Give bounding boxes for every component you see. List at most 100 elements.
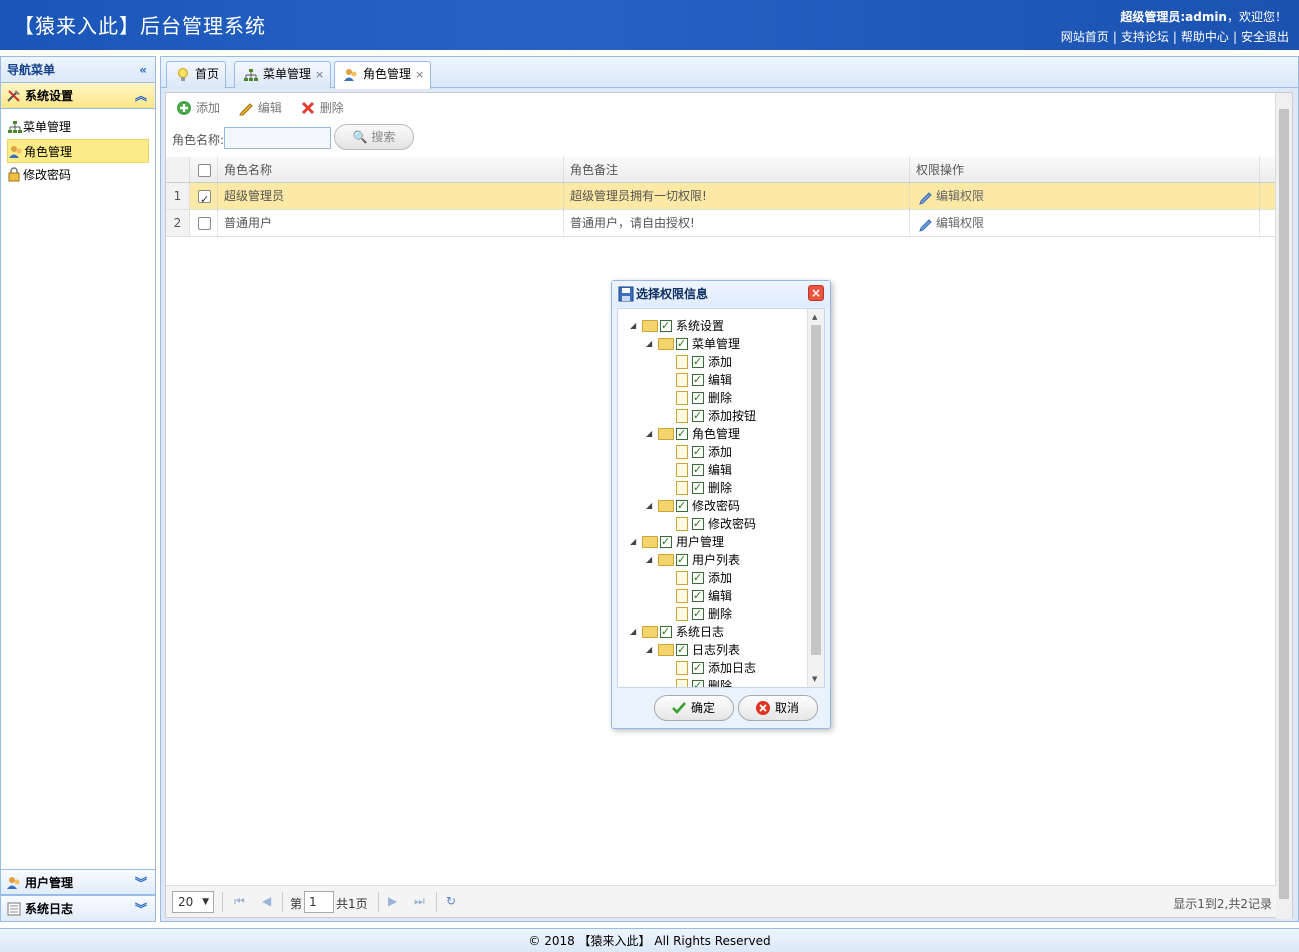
tree-checkbox[interactable]	[676, 641, 688, 659]
tree-node[interactable]: ◢ 用户管理	[618, 533, 806, 551]
scroll-up-icon[interactable]: ▲	[812, 313, 817, 321]
last-page-button[interactable]: ⏭	[414, 894, 425, 909]
close-icon[interactable]: ×	[808, 285, 824, 301]
expand-triangle-icon[interactable]: ◢	[646, 497, 656, 515]
cancel-button[interactable]: 取消	[738, 695, 818, 721]
tree-checkbox[interactable]	[692, 461, 704, 479]
tools-icon	[7, 90, 20, 102]
expand-triangle-icon[interactable]: ◢	[646, 551, 656, 569]
tree-node[interactable]: 添加日志	[618, 659, 806, 677]
tree-checkbox[interactable]	[676, 551, 688, 569]
tree-node[interactable]: ◢ 系统日志	[618, 623, 806, 641]
tab-role-management[interactable]: 角色管理 ×	[334, 61, 432, 89]
col-permission-op[interactable]: 权限操作	[910, 157, 1260, 182]
page-number-input[interactable]: 1	[304, 891, 334, 913]
row-checkbox[interactable]	[198, 187, 211, 213]
tree-node[interactable]: 添加	[618, 443, 806, 461]
tree-node[interactable]: 编辑	[618, 461, 806, 479]
next-page-button[interactable]: ▶	[388, 894, 397, 908]
tab-menu-management[interactable]: 菜单管理 ×	[234, 61, 332, 88]
edit-permission-link[interactable]: 编辑权限	[916, 189, 984, 205]
sidebar-item-menu[interactable]: 菜单管理	[7, 115, 149, 139]
add-button[interactable]: 添加	[176, 99, 220, 117]
tree-checkbox[interactable]	[692, 659, 704, 677]
col-role-note[interactable]: 角色备注	[564, 157, 910, 182]
link-site-home[interactable]: 网站首页	[1061, 30, 1109, 44]
page-size-select[interactable]: 20 ▼	[172, 891, 214, 913]
close-icon[interactable]: ×	[415, 68, 424, 81]
tree-node[interactable]: ◢ 日志列表	[618, 641, 806, 659]
chevron-up-icon[interactable]: ︽	[135, 83, 147, 109]
tree-checkbox[interactable]	[692, 371, 704, 389]
content-scrollbar[interactable]	[1275, 93, 1292, 919]
first-page-button[interactable]: ⏮	[234, 894, 245, 909]
select-all-checkbox[interactable]	[198, 164, 211, 177]
tree-checkbox[interactable]	[692, 569, 704, 587]
chevron-down-icon[interactable]: ︾	[135, 870, 147, 896]
link-help[interactable]: 帮助中心	[1181, 30, 1229, 44]
tree-node[interactable]: 编辑	[618, 587, 806, 605]
tree-node[interactable]: 添加	[618, 353, 806, 371]
tree-checkbox[interactable]	[692, 443, 704, 461]
tree-node[interactable]: ◢ 角色管理	[618, 425, 806, 443]
expand-triangle-icon[interactable]: ◢	[646, 335, 656, 353]
edit-button[interactable]: 编辑	[238, 99, 282, 117]
table-row[interactable]: 1 超级管理员 超级管理员拥有一切权限! 编辑权限	[166, 183, 1276, 213]
sidebar-item-role[interactable]: 角色管理	[7, 139, 149, 163]
tree-checkbox[interactable]	[692, 389, 704, 407]
chevron-down-icon[interactable]: ︾	[135, 896, 147, 922]
expand-triangle-icon[interactable]: ◢	[630, 623, 640, 641]
tree-checkbox[interactable]	[692, 353, 704, 371]
tree-node[interactable]: ◢ 用户列表	[618, 551, 806, 569]
refresh-icon[interactable]: ↻	[446, 894, 456, 908]
expand-triangle-icon[interactable]: ◢	[630, 533, 640, 551]
expand-triangle-icon[interactable]: ◢	[630, 317, 640, 335]
tree-checkbox[interactable]	[692, 677, 704, 687]
confirm-button[interactable]: 确定	[654, 695, 734, 721]
tree-checkbox[interactable]	[692, 479, 704, 497]
table-row[interactable]: 2 普通用户 普通用户，请自由授权! 编辑权限	[166, 210, 1276, 237]
tree-checkbox[interactable]	[676, 497, 688, 515]
tree-node[interactable]: 添加	[618, 569, 806, 587]
tree-checkbox[interactable]	[676, 335, 688, 353]
tree-scrollbar[interactable]: ▲ ▼	[807, 309, 824, 687]
role-name-input[interactable]	[224, 127, 331, 149]
expand-triangle-icon[interactable]: ◢	[646, 641, 656, 659]
col-role-name[interactable]: 角色名称	[218, 157, 564, 182]
tree-node-label: 系统设置	[676, 319, 725, 333]
close-icon[interactable]: ×	[315, 68, 324, 81]
tree-node[interactable]: ◢ 修改密码	[618, 497, 806, 515]
tree-checkbox[interactable]	[676, 425, 688, 443]
search-button[interactable]: 🔍 搜索	[334, 124, 414, 150]
tree-checkbox[interactable]	[660, 317, 672, 335]
double-chevron-left-icon[interactable]: «	[139, 57, 147, 83]
tab-home[interactable]: 首页	[166, 61, 227, 88]
tree-node[interactable]: 删除	[618, 389, 806, 407]
tree-checkbox[interactable]	[692, 515, 704, 533]
link-forum[interactable]: 支持论坛	[1121, 30, 1169, 44]
tree-node[interactable]: 修改密码	[618, 515, 806, 533]
row-checkbox[interactable]	[198, 217, 211, 230]
delete-button[interactable]: 删除	[300, 99, 344, 117]
nav-section-users[interactable]: 用户管理 ︾	[1, 869, 155, 895]
tree-checkbox[interactable]	[692, 605, 704, 623]
tree-node[interactable]: 编辑	[618, 371, 806, 389]
expand-triangle-icon[interactable]: ◢	[646, 425, 656, 443]
sidebar-item-password[interactable]: 修改密码	[7, 163, 149, 187]
tree-checkbox[interactable]	[692, 587, 704, 605]
nav-section-logs[interactable]: 系统日志 ︾	[1, 895, 155, 921]
tree-node[interactable]: 删除	[618, 479, 806, 497]
tree-node[interactable]: 添加按钮	[618, 407, 806, 425]
tree-checkbox[interactable]	[660, 533, 672, 551]
edit-permission-link[interactable]: 编辑权限	[916, 216, 984, 232]
link-logout[interactable]: 安全退出	[1241, 30, 1289, 44]
nav-section-system[interactable]: 系统设置 ︽	[1, 83, 155, 109]
scroll-down-icon[interactable]: ▼	[812, 675, 817, 683]
prev-page-button[interactable]: ◀	[262, 894, 271, 908]
tree-node[interactable]: 删除	[618, 605, 806, 623]
tree-checkbox[interactable]	[692, 407, 704, 425]
tree-checkbox[interactable]	[660, 623, 672, 641]
tree-node[interactable]: 删除	[618, 677, 806, 687]
tree-node[interactable]: ◢ 系统设置	[618, 317, 806, 335]
tree-node[interactable]: ◢ 菜单管理	[618, 335, 806, 353]
